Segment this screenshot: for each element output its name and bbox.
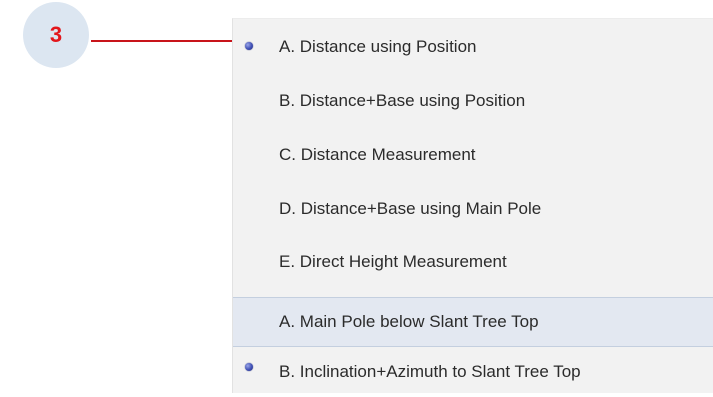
menu-item-distance-base-using-position[interactable]: B. Distance+Base using Position [233,76,713,126]
menu-item-inclination-azimuth-to-slant-tree-top[interactable]: B. Inclination+Azimuth to Slant Tree Top [233,347,713,397]
radio-bullet-icon [245,42,253,50]
menu-item-label: E. Direct Height Measurement [279,252,507,271]
step-number: 3 [49,22,63,47]
callout-line [91,40,241,42]
step-badge: 3 [23,2,89,68]
menu-item-label: A. Main Pole below Slant Tree Top [279,312,539,331]
menu-item-main-pole-below-slant-tree-top[interactable]: A. Main Pole below Slant Tree Top [233,297,713,347]
menu-item-distance-base-using-main-pole[interactable]: D. Distance+Base using Main Pole [233,184,713,234]
menu-item-label: C. Distance Measurement [279,145,476,164]
menu-item-label: B. Inclination+Azimuth to Slant Tree Top [279,362,581,381]
menu-item-label: A. Distance using Position [279,37,477,56]
radio-bullet-icon [245,363,253,371]
measurement-method-menu: A. Distance using Position B. Distance+B… [232,18,713,393]
menu-item-distance-using-position[interactable]: A. Distance using Position [233,22,713,72]
menu-item-label: D. Distance+Base using Main Pole [279,199,542,218]
menu-item-distance-measurement[interactable]: C. Distance Measurement [233,130,713,180]
menu-item-direct-height-measurement[interactable]: E. Direct Height Measurement [233,237,713,287]
menu-item-label: B. Distance+Base using Position [279,91,526,110]
